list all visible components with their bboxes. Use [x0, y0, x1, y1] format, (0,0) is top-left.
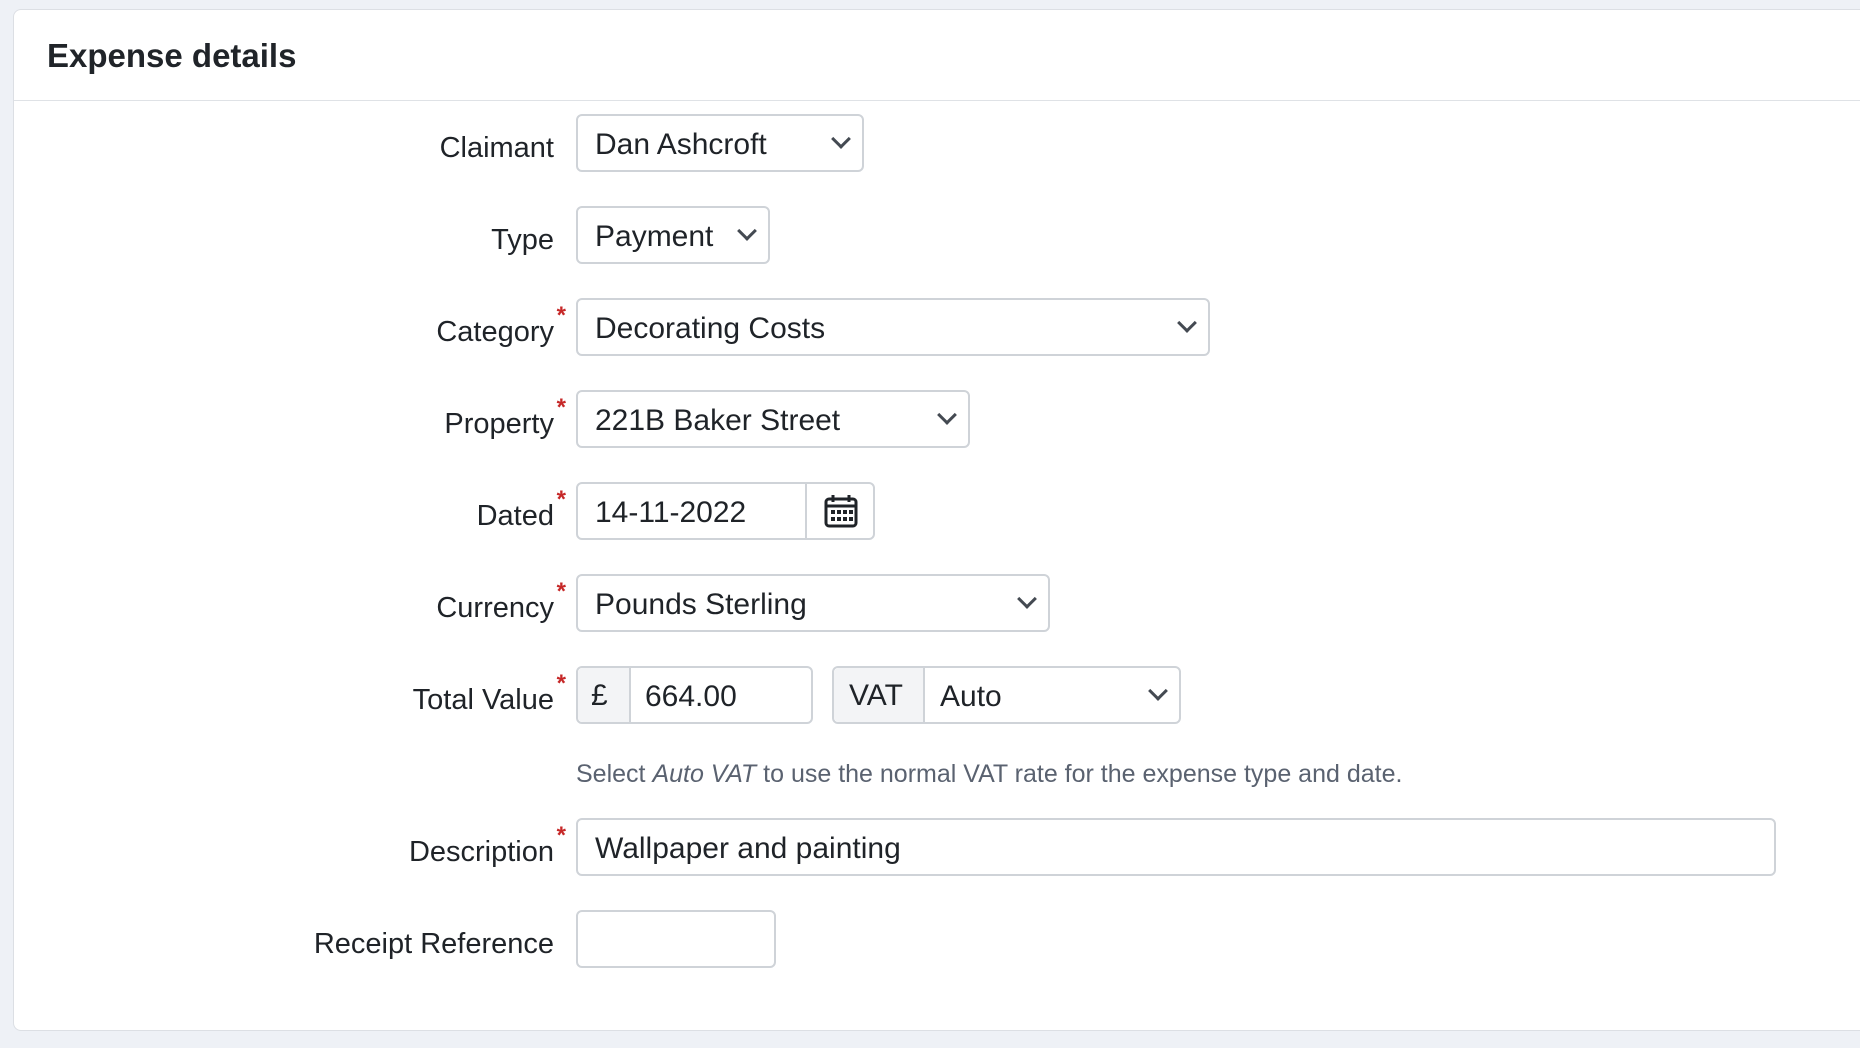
vat-select[interactable]: Auto — [923, 668, 1179, 722]
currency-select[interactable]: Pounds Sterling — [576, 574, 1050, 632]
claimant-select[interactable]: Dan Ashcroft — [576, 114, 864, 172]
vat-addon: VAT — [834, 668, 925, 722]
page-title: Expense details — [47, 37, 297, 74]
receipt-reference-input[interactable] — [576, 910, 776, 968]
chevron-down-icon — [737, 221, 757, 241]
category-value: Decorating Costs — [595, 312, 826, 345]
currency-symbol-addon: £ — [578, 668, 631, 722]
description-value: Wallpaper and painting — [595, 832, 901, 865]
description-label: Description — [409, 836, 554, 868]
vat-label: VAT — [849, 679, 903, 712]
chevron-down-icon — [1017, 589, 1037, 609]
claimant-value: Dan Ashcroft — [595, 128, 767, 161]
description-input[interactable]: Wallpaper and painting — [576, 818, 1776, 876]
chevron-down-icon — [1177, 313, 1197, 333]
calendar-icon — [824, 495, 858, 528]
amount-input[interactable]: 664.00 — [645, 680, 737, 714]
date-input[interactable]: 14-11-2022 — [595, 496, 746, 530]
amount-input-group: £ 664.00 — [576, 666, 813, 724]
chevron-down-icon — [937, 405, 957, 425]
currency-value: Pounds Sterling — [595, 588, 807, 621]
currency-label: Currency — [436, 592, 554, 624]
category-select[interactable]: Decorating Costs — [576, 298, 1210, 356]
property-select[interactable]: 221B Baker Street — [576, 390, 970, 448]
type-label: Type — [491, 224, 554, 256]
date-input-group: 14-11-2022 — [576, 482, 875, 540]
category-label: Category — [436, 316, 554, 348]
currency-symbol: £ — [591, 679, 608, 712]
type-select[interactable]: Payment — [576, 206, 770, 264]
card-header: Expense details — [14, 10, 1860, 101]
chevron-down-icon — [1148, 681, 1168, 701]
dated-label: Dated — [477, 500, 554, 532]
receipt-reference-label: Receipt Reference — [313, 928, 554, 960]
property-value: 221B Baker Street — [595, 404, 841, 437]
property-label: Property — [444, 408, 554, 440]
vat-input-group: VAT Auto — [832, 666, 1181, 724]
chevron-down-icon — [831, 129, 851, 149]
type-value: Payment — [595, 220, 714, 253]
vat-help-text: Select Auto VAT to use the normal VAT ra… — [576, 760, 1403, 788]
expense-details-card: Expense details Claimant Dan Ashcroft Ty… — [13, 9, 1860, 1031]
vat-value: Auto — [940, 680, 1002, 713]
claimant-label: Claimant — [439, 132, 554, 164]
calendar-button[interactable] — [805, 484, 873, 538]
total-value-label: Total Value — [413, 684, 554, 716]
